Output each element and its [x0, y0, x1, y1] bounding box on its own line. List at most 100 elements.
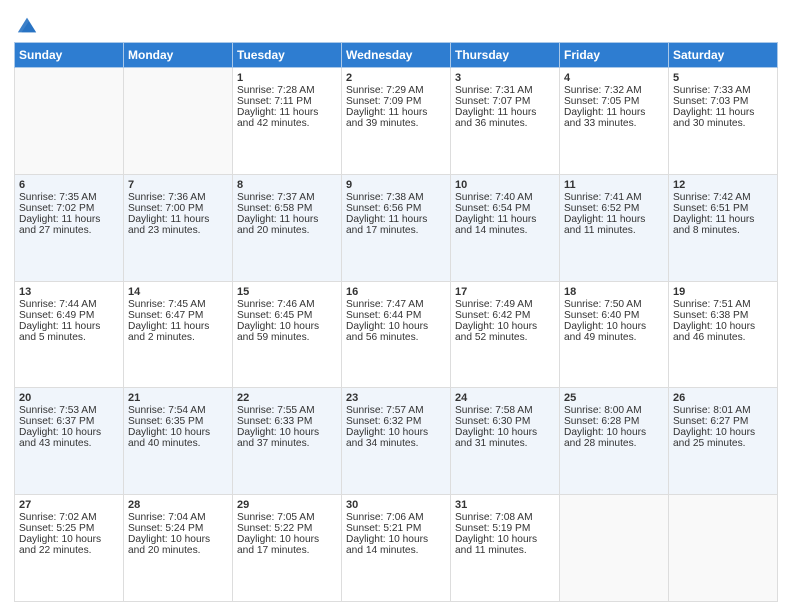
daylight-text: Daylight: 10 hours and 56 minutes. [346, 321, 446, 343]
sunset-text: Sunset: 6:38 PM [673, 310, 773, 321]
sunrise-text: Sunrise: 7:53 AM [19, 405, 119, 416]
daylight-text: Daylight: 11 hours and 30 minutes. [673, 107, 773, 129]
daylight-text: Daylight: 10 hours and 43 minutes. [19, 427, 119, 449]
daylight-text: Daylight: 11 hours and 11 minutes. [564, 214, 664, 236]
daylight-text: Daylight: 10 hours and 28 minutes. [564, 427, 664, 449]
calendar-cell: 21Sunrise: 7:54 AMSunset: 6:35 PMDayligh… [124, 388, 233, 495]
sunset-text: Sunset: 6:54 PM [455, 203, 555, 214]
calendar-cell: 29Sunrise: 7:05 AMSunset: 5:22 PMDayligh… [233, 495, 342, 602]
sunset-text: Sunset: 7:03 PM [673, 96, 773, 107]
daylight-text: Daylight: 10 hours and 14 minutes. [346, 534, 446, 556]
day-number: 24 [455, 392, 555, 404]
sunrise-text: Sunrise: 7:31 AM [455, 85, 555, 96]
sunset-text: Sunset: 6:32 PM [346, 416, 446, 427]
calendar-cell: 14Sunrise: 7:45 AMSunset: 6:47 PMDayligh… [124, 281, 233, 388]
calendar-cell: 12Sunrise: 7:42 AMSunset: 6:51 PMDayligh… [669, 174, 778, 281]
sunrise-text: Sunrise: 7:50 AM [564, 299, 664, 310]
daylight-text: Daylight: 10 hours and 34 minutes. [346, 427, 446, 449]
sunset-text: Sunset: 6:56 PM [346, 203, 446, 214]
sunset-text: Sunset: 7:00 PM [128, 203, 228, 214]
calendar-cell: 6Sunrise: 7:35 AMSunset: 7:02 PMDaylight… [15, 174, 124, 281]
daylight-text: Daylight: 10 hours and 31 minutes. [455, 427, 555, 449]
calendar-cell [15, 68, 124, 175]
day-number: 22 [237, 392, 337, 404]
sunset-text: Sunset: 6:30 PM [455, 416, 555, 427]
sunrise-text: Sunrise: 7:58 AM [455, 405, 555, 416]
sunrise-text: Sunrise: 7:35 AM [19, 192, 119, 203]
sunrise-text: Sunrise: 7:45 AM [128, 299, 228, 310]
logo-icon [16, 14, 38, 36]
daylight-text: Daylight: 11 hours and 17 minutes. [346, 214, 446, 236]
calendar-cell: 8Sunrise: 7:37 AMSunset: 6:58 PMDaylight… [233, 174, 342, 281]
calendar-cell [124, 68, 233, 175]
daylight-text: Daylight: 10 hours and 52 minutes. [455, 321, 555, 343]
sunrise-text: Sunrise: 7:55 AM [237, 405, 337, 416]
sunset-text: Sunset: 6:40 PM [564, 310, 664, 321]
day-number: 25 [564, 392, 664, 404]
sunset-text: Sunset: 6:52 PM [564, 203, 664, 214]
calendar-cell: 9Sunrise: 7:38 AMSunset: 6:56 PMDaylight… [342, 174, 451, 281]
weekday-saturday: Saturday [669, 43, 778, 68]
day-number: 8 [237, 179, 337, 191]
daylight-text: Daylight: 10 hours and 37 minutes. [237, 427, 337, 449]
sunset-text: Sunset: 5:19 PM [455, 523, 555, 534]
calendar-cell: 2Sunrise: 7:29 AMSunset: 7:09 PMDaylight… [342, 68, 451, 175]
weekday-thursday: Thursday [451, 43, 560, 68]
calendar-cell [669, 495, 778, 602]
sunset-text: Sunset: 6:28 PM [564, 416, 664, 427]
sunset-text: Sunset: 7:09 PM [346, 96, 446, 107]
sunrise-text: Sunrise: 7:04 AM [128, 512, 228, 523]
daylight-text: Daylight: 11 hours and 5 minutes. [19, 321, 119, 343]
weekday-monday: Monday [124, 43, 233, 68]
sunrise-text: Sunrise: 8:00 AM [564, 405, 664, 416]
weekday-wednesday: Wednesday [342, 43, 451, 68]
sunset-text: Sunset: 5:24 PM [128, 523, 228, 534]
day-number: 10 [455, 179, 555, 191]
sunrise-text: Sunrise: 7:02 AM [19, 512, 119, 523]
sunrise-text: Sunrise: 7:41 AM [564, 192, 664, 203]
sunrise-text: Sunrise: 7:32 AM [564, 85, 664, 96]
day-number: 19 [673, 286, 773, 298]
calendar-cell: 5Sunrise: 7:33 AMSunset: 7:03 PMDaylight… [669, 68, 778, 175]
sunset-text: Sunset: 6:44 PM [346, 310, 446, 321]
sunset-text: Sunset: 5:25 PM [19, 523, 119, 534]
calendar-cell: 1Sunrise: 7:28 AMSunset: 7:11 PMDaylight… [233, 68, 342, 175]
sunset-text: Sunset: 5:22 PM [237, 523, 337, 534]
day-number: 14 [128, 286, 228, 298]
weekday-tuesday: Tuesday [233, 43, 342, 68]
sunrise-text: Sunrise: 7:54 AM [128, 405, 228, 416]
calendar-cell: 10Sunrise: 7:40 AMSunset: 6:54 PMDayligh… [451, 174, 560, 281]
day-number: 15 [237, 286, 337, 298]
sunrise-text: Sunrise: 7:42 AM [673, 192, 773, 203]
calendar-cell: 11Sunrise: 7:41 AMSunset: 6:52 PMDayligh… [560, 174, 669, 281]
page: SundayMondayTuesdayWednesdayThursdayFrid… [0, 0, 792, 612]
sunrise-text: Sunrise: 7:57 AM [346, 405, 446, 416]
calendar-cell: 15Sunrise: 7:46 AMSunset: 6:45 PMDayligh… [233, 281, 342, 388]
sunset-text: Sunset: 6:45 PM [237, 310, 337, 321]
day-number: 17 [455, 286, 555, 298]
daylight-text: Daylight: 11 hours and 33 minutes. [564, 107, 664, 129]
sunrise-text: Sunrise: 7:40 AM [455, 192, 555, 203]
week-row-1: 1Sunrise: 7:28 AMSunset: 7:11 PMDaylight… [15, 68, 778, 175]
day-number: 6 [19, 179, 119, 191]
sunrise-text: Sunrise: 7:29 AM [346, 85, 446, 96]
day-number: 13 [19, 286, 119, 298]
calendar-cell: 4Sunrise: 7:32 AMSunset: 7:05 PMDaylight… [560, 68, 669, 175]
header [14, 10, 778, 36]
day-number: 7 [128, 179, 228, 191]
sunset-text: Sunset: 6:42 PM [455, 310, 555, 321]
calendar-cell: 26Sunrise: 8:01 AMSunset: 6:27 PMDayligh… [669, 388, 778, 495]
sunrise-text: Sunrise: 7:51 AM [673, 299, 773, 310]
sunrise-text: Sunrise: 7:33 AM [673, 85, 773, 96]
week-row-3: 13Sunrise: 7:44 AMSunset: 6:49 PMDayligh… [15, 281, 778, 388]
day-number: 26 [673, 392, 773, 404]
daylight-text: Daylight: 10 hours and 49 minutes. [564, 321, 664, 343]
calendar-table: SundayMondayTuesdayWednesdayThursdayFrid… [14, 42, 778, 602]
sunset-text: Sunset: 6:35 PM [128, 416, 228, 427]
weekday-friday: Friday [560, 43, 669, 68]
daylight-text: Daylight: 10 hours and 22 minutes. [19, 534, 119, 556]
calendar-cell [560, 495, 669, 602]
calendar-cell: 23Sunrise: 7:57 AMSunset: 6:32 PMDayligh… [342, 388, 451, 495]
calendar-cell: 28Sunrise: 7:04 AMSunset: 5:24 PMDayligh… [124, 495, 233, 602]
sunrise-text: Sunrise: 7:36 AM [128, 192, 228, 203]
